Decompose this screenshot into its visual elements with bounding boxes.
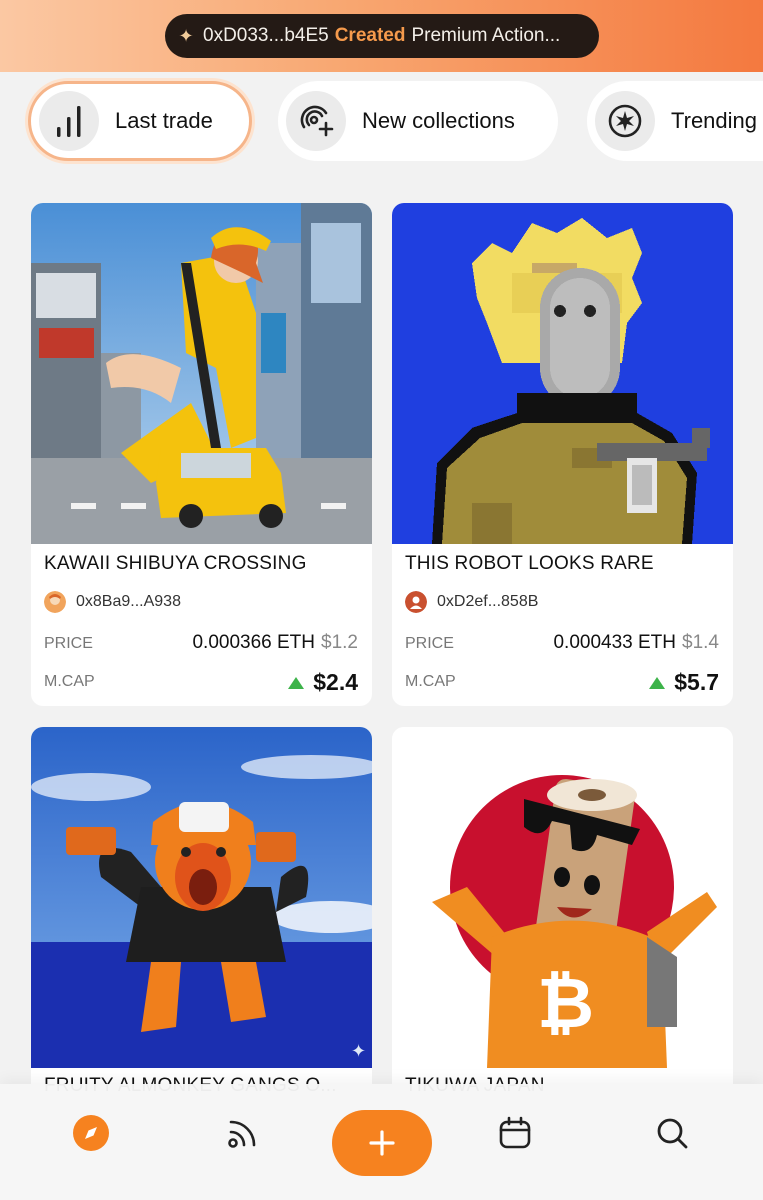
price-usd: $1.2 [321, 632, 358, 653]
bottom-nav [0, 1084, 763, 1200]
mcap-amount: $2.4 [313, 669, 358, 695]
svg-text:✦: ✦ [351, 1041, 366, 1062]
up-arrow-icon [288, 676, 305, 689]
price-usd: $1.4 [682, 632, 719, 653]
tab-trending[interactable]: Trending [587, 81, 763, 161]
card-image [31, 203, 372, 544]
up-arrow-icon [649, 676, 666, 689]
feed-icon [228, 1120, 256, 1148]
mcap-value: $2.4 [288, 669, 358, 696]
nav-explore[interactable] [66, 1108, 116, 1158]
plus-icon [369, 1130, 395, 1156]
card-image: ✦ [31, 727, 372, 1068]
mcap-amount: $5.7 [674, 669, 719, 695]
activity-ticker[interactable]: ✦ 0xD033...b4E5 Created Premium Action..… [165, 14, 599, 58]
price-eth: 0.000433 ETH [553, 632, 677, 653]
collection-card[interactable]: THIS ROBOT LOOKS RARE 0xD2ef...858B PRIC… [392, 203, 733, 706]
create-button[interactable] [332, 1110, 432, 1176]
search-icon [657, 1118, 688, 1149]
card-title: THIS ROBOT LOOKS RARE [405, 553, 654, 574]
filter-tabs: Last trade New collections Trending [0, 78, 763, 164]
tab-label: Last trade [115, 108, 213, 133]
creator-avatar [44, 591, 66, 613]
ticker-object: Premium Action... [411, 25, 561, 46]
compass-icon [73, 1115, 109, 1151]
svg-text:₿: ₿ [537, 962, 594, 1044]
price-value: 0.000366 ETH $1.2 [192, 632, 358, 654]
card-creator[interactable]: 0x8Ba9...A938 [44, 591, 181, 613]
trending-burst-icon [595, 91, 655, 151]
creator-address: 0xD2ef...858B [437, 593, 539, 610]
tab-last-trade[interactable]: Last trade [28, 81, 252, 161]
nav-search[interactable] [647, 1108, 697, 1158]
tab-label: Trending [671, 108, 758, 133]
price-eth: 0.000366 ETH [192, 632, 316, 653]
tab-label: New collections [362, 108, 515, 133]
top-banner: ✦ 0xD033...b4E5 Created Premium Action..… [0, 0, 763, 72]
card-title: KAWAII SHIBUYA CROSSING [44, 553, 307, 574]
card-image: ₿ [392, 727, 733, 1068]
card-creator[interactable]: 0xD2ef...858B [405, 591, 538, 613]
calendar-icon [499, 1116, 531, 1149]
price-label: PRICE [405, 635, 454, 652]
mcap-label: M.CAP [405, 673, 456, 690]
bar-chart-icon [39, 91, 99, 151]
nav-feed[interactable] [218, 1108, 268, 1158]
collection-card[interactable]: KAWAII SHIBUYA CROSSING 0x8Ba9...A938 PR… [31, 203, 372, 706]
price-value: 0.000433 ETH $1.4 [553, 632, 719, 654]
creator-address: 0x8Ba9...A938 [76, 593, 181, 610]
price-label: PRICE [44, 635, 93, 652]
sparkle-icon: ✦ [178, 25, 194, 46]
nav-calendar[interactable] [490, 1108, 540, 1158]
card-image [392, 203, 733, 544]
creator-avatar [405, 591, 427, 613]
tab-new-collections[interactable]: New collections [278, 81, 558, 161]
new-collection-icon [286, 91, 346, 151]
ticker-address: 0xD033...b4E5 [203, 25, 329, 46]
mcap-value: $5.7 [649, 669, 719, 696]
mcap-label: M.CAP [44, 673, 95, 690]
ticker-verb: Created [334, 25, 406, 46]
